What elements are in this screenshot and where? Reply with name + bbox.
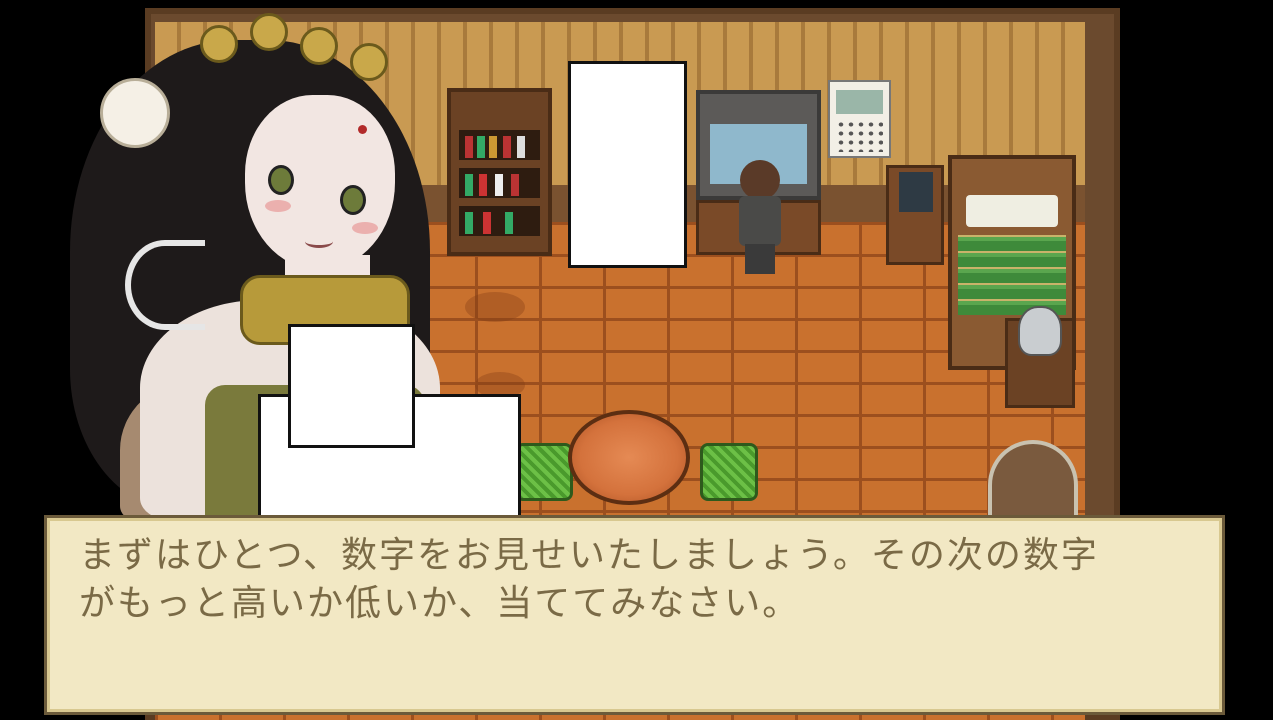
player-head bbox=[740, 160, 780, 200]
calendar-grid bbox=[836, 120, 883, 152]
bookshelf-shelf bbox=[459, 206, 540, 236]
dialogue-line-2: がもっと高いか低いか、当ててみなさい。 bbox=[79, 583, 801, 624]
flower-icon bbox=[350, 43, 388, 81]
book bbox=[465, 174, 473, 196]
white-flower-icon bbox=[100, 78, 170, 148]
flower-icon bbox=[300, 27, 338, 65]
flower-crown bbox=[160, 5, 420, 85]
portrait-wing bbox=[125, 240, 205, 330]
censor-box bbox=[568, 61, 687, 268]
portrait-bindi bbox=[358, 125, 367, 134]
dialogue-line-1: まずはひとつ、数字をお見せいたしましょう。その次の数字 bbox=[79, 535, 1099, 576]
censor-box bbox=[288, 324, 415, 448]
book bbox=[483, 212, 491, 234]
book bbox=[511, 174, 519, 196]
portrait-blush bbox=[265, 200, 291, 212]
book bbox=[477, 136, 485, 158]
stool-icon bbox=[515, 443, 573, 501]
book bbox=[465, 136, 473, 158]
portrait-eye-right bbox=[340, 185, 366, 215]
nightstand bbox=[886, 165, 944, 265]
player-character bbox=[735, 160, 785, 275]
table-icon bbox=[568, 410, 690, 505]
dialogue-text: まずはひとつ、数字をお見せいたしましょう。その次の数字 がもっと高いか低いか、当… bbox=[79, 532, 1190, 628]
flower-icon bbox=[250, 13, 288, 51]
book bbox=[489, 136, 497, 158]
game-screen: まずはひとつ、数字をお見せいたしましょう。その次の数字 がもっと高いか低いか、当… bbox=[0, 0, 1273, 720]
book bbox=[465, 212, 473, 234]
book bbox=[505, 212, 513, 234]
stool-icon bbox=[700, 443, 758, 501]
portrait-eye-left bbox=[268, 165, 294, 195]
book bbox=[517, 136, 525, 158]
floor-stain bbox=[465, 292, 525, 322]
portrait-blush bbox=[352, 222, 378, 234]
book bbox=[503, 136, 511, 158]
book bbox=[479, 174, 487, 196]
bookshelf-shelf bbox=[459, 130, 540, 160]
calendar-picture bbox=[836, 90, 883, 114]
bookshelf-shelf bbox=[459, 168, 540, 198]
book bbox=[495, 174, 503, 196]
player-legs bbox=[745, 244, 775, 274]
bookshelf-icon bbox=[447, 88, 552, 256]
kettle-icon bbox=[1018, 306, 1062, 356]
dialogue-box[interactable]: まずはひとつ、数字をお見せいたしましょう。その次の数字 がもっと高いか低いか、当… bbox=[44, 515, 1225, 715]
calendar-icon bbox=[828, 80, 891, 158]
player-body bbox=[739, 196, 781, 246]
bed-blanket bbox=[958, 235, 1066, 315]
portrait-mouth bbox=[305, 235, 333, 248]
bed-pillow bbox=[966, 195, 1058, 227]
book-icon bbox=[899, 172, 933, 212]
flower-icon bbox=[200, 25, 238, 63]
